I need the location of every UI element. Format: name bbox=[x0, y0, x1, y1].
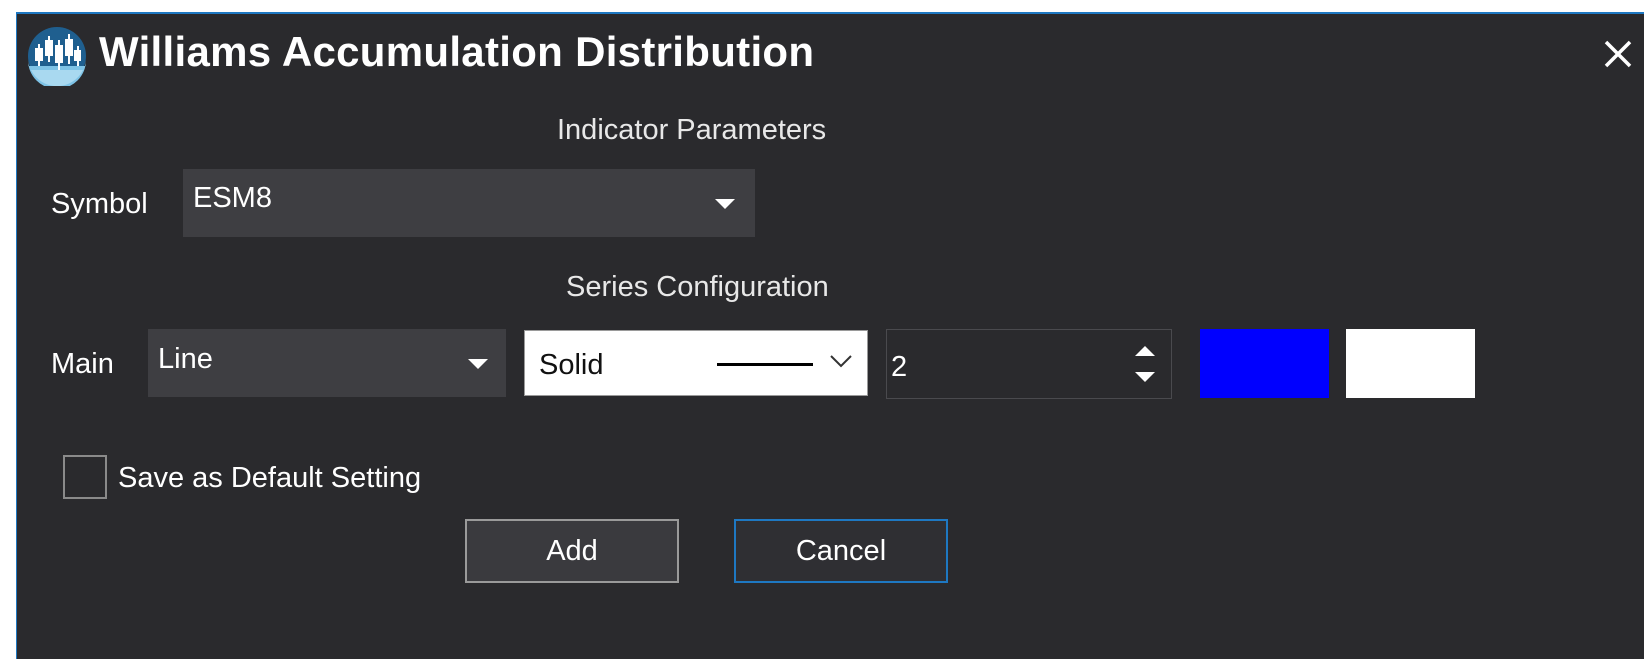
symbol-value: ESM8 bbox=[193, 182, 272, 214]
main-label: Main bbox=[51, 348, 114, 380]
series-configuration-heading: Series Configuration bbox=[566, 271, 829, 303]
series-type-value: Line bbox=[158, 343, 213, 375]
primary-color-swatch[interactable] bbox=[1200, 329, 1329, 398]
chevron-down-icon bbox=[468, 359, 488, 369]
series-type-dropdown[interactable]: Line bbox=[148, 329, 506, 397]
symbol-label: Symbol bbox=[51, 188, 148, 220]
add-button[interactable]: Add bbox=[465, 519, 679, 583]
close-icon[interactable] bbox=[1600, 36, 1636, 72]
line-style-preview bbox=[717, 363, 813, 366]
save-default-label: Save as Default Setting bbox=[118, 462, 422, 494]
chevron-down-icon bbox=[715, 199, 735, 209]
increment-arrow-icon[interactable] bbox=[1135, 346, 1155, 356]
line-style-value: Solid bbox=[539, 349, 604, 381]
decrement-arrow-icon[interactable] bbox=[1135, 372, 1155, 382]
save-default-checkbox[interactable] bbox=[63, 455, 107, 499]
cancel-button[interactable]: Cancel bbox=[734, 519, 948, 583]
candlestick-chart-icon bbox=[28, 27, 86, 86]
chevron-down-icon bbox=[830, 355, 852, 368]
symbol-dropdown[interactable]: ESM8 bbox=[183, 169, 755, 237]
indicator-parameters-heading: Indicator Parameters bbox=[557, 114, 827, 146]
line-width-input[interactable] bbox=[887, 330, 1117, 398]
secondary-color-swatch[interactable] bbox=[1346, 329, 1475, 398]
line-width-stepper[interactable] bbox=[886, 329, 1172, 399]
dialog-title: Williams Accumulation Distribution bbox=[99, 28, 815, 75]
dialog-window: Williams Accumulation Distribution Indic… bbox=[16, 12, 1644, 659]
line-style-select[interactable]: Solid bbox=[524, 330, 868, 396]
